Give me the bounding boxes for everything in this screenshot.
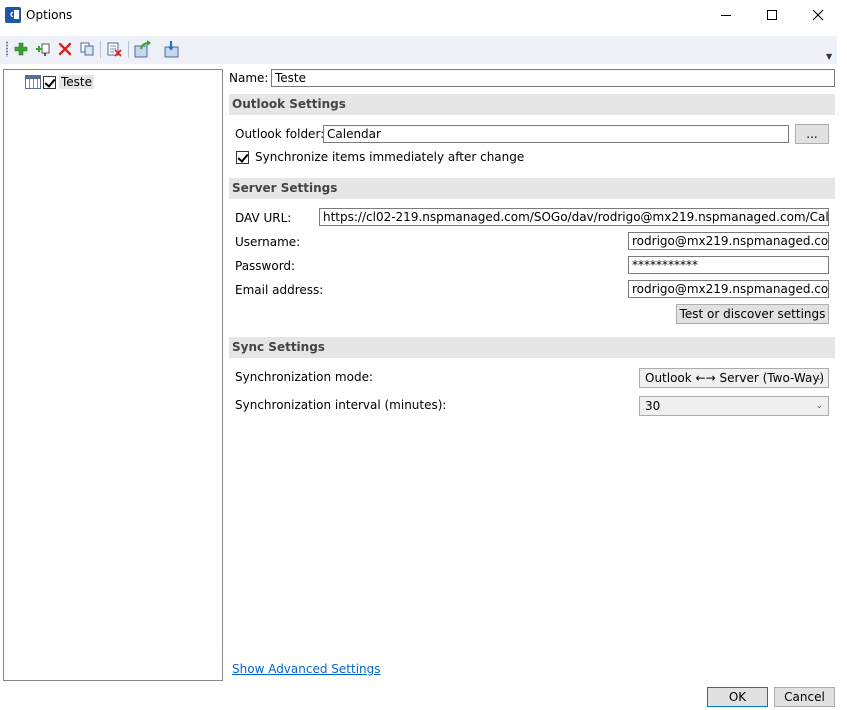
close-icon — [812, 9, 824, 21]
delete-profile-button[interactable] — [55, 39, 75, 59]
password-label: Password: — [235, 259, 296, 273]
toolbar-separator — [100, 41, 101, 58]
minimize-button[interactable] — [703, 0, 749, 30]
email-address-input[interactable]: rodrigo@mx219.nspmanaged.com — [628, 280, 829, 298]
export-options-button[interactable] — [133, 39, 153, 59]
import-icon — [164, 41, 179, 58]
profile-enabled-checkbox[interactable] — [43, 75, 56, 89]
server-settings-header: Server Settings — [229, 178, 835, 199]
toolbar-grip[interactable] — [6, 41, 8, 57]
export-icon — [134, 40, 151, 58]
tree-item-profile[interactable]: Teste — [25, 73, 95, 91]
ok-button[interactable]: OK — [707, 687, 768, 707]
clear-cache-icon — [107, 42, 122, 57]
show-advanced-settings-link[interactable]: Show Advanced Settings — [232, 662, 381, 676]
password-input[interactable]: *********** — [628, 256, 829, 274]
sync-immediately-checkbox[interactable] — [236, 151, 249, 164]
minimize-icon — [721, 14, 731, 16]
toolbar-overflow-icon[interactable]: ▼ — [826, 52, 832, 61]
maximize-icon — [767, 10, 777, 20]
tree-item-label[interactable]: Teste — [59, 75, 95, 89]
name-input[interactable]: Teste — [271, 69, 835, 87]
sync-mode-select[interactable]: Outlook ←→ Server (Two-Way) ⌄ — [639, 368, 829, 388]
calendar-icon — [25, 75, 41, 89]
username-label: Username: — [235, 235, 301, 249]
copy-icon — [80, 42, 94, 56]
username-input[interactable]: rodrigo@mx219.nspmanaged.com — [628, 232, 829, 250]
multi-add-icon — [36, 43, 50, 56]
email-address-label: Email address: — [235, 283, 324, 297]
dav-url-label: DAV URL: — [235, 211, 292, 225]
green-plus-icon — [14, 42, 28, 56]
app-icon: O — [5, 7, 21, 23]
sync-settings-header: Sync Settings — [229, 337, 835, 358]
add-multiple-profiles-button[interactable] — [33, 39, 53, 59]
cancel-button[interactable]: Cancel — [774, 687, 835, 707]
sync-mode-label: Synchronization mode: — [235, 370, 374, 384]
browse-folder-button[interactable]: ... — [795, 124, 829, 144]
dav-url-input[interactable]: https://cl02-219.nspmanaged.com/SOGo/dav… — [319, 208, 829, 226]
toolbar: ▼ — [0, 36, 837, 64]
add-profile-button[interactable] — [11, 39, 31, 59]
name-label: Name: — [229, 71, 269, 85]
toolbar-separator — [128, 41, 129, 58]
sync-mode-value: Outlook ←→ Server (Two-Way) — [645, 371, 825, 385]
test-discover-settings-button[interactable]: Test or discover settings — [676, 304, 829, 324]
chevron-down-icon: ⌄ — [815, 401, 823, 411]
chevron-down-icon: ⌄ — [815, 373, 823, 383]
import-options-button[interactable] — [162, 39, 182, 59]
maximize-button[interactable] — [749, 0, 795, 30]
clear-cache-button[interactable] — [104, 39, 124, 59]
outlook-settings-header: Outlook Settings — [229, 94, 835, 115]
profile-tree[interactable]: Teste — [3, 69, 223, 681]
outlook-folder-label: Outlook folder: — [235, 127, 325, 141]
sync-interval-select[interactable]: 30 ⌄ — [639, 396, 829, 416]
close-button[interactable] — [795, 0, 841, 30]
sync-interval-label: Synchronization interval (minutes): — [235, 398, 447, 412]
sync-immediately-label[interactable]: Synchronize items immediately after chan… — [255, 150, 524, 164]
window-title: Options — [26, 8, 73, 22]
outlook-folder-input[interactable]: Calendar — [323, 125, 789, 143]
title-bar: O Options — [0, 0, 847, 32]
sync-interval-value: 30 — [645, 399, 661, 413]
red-x-icon — [58, 42, 72, 56]
copy-profile-button[interactable] — [77, 39, 97, 59]
